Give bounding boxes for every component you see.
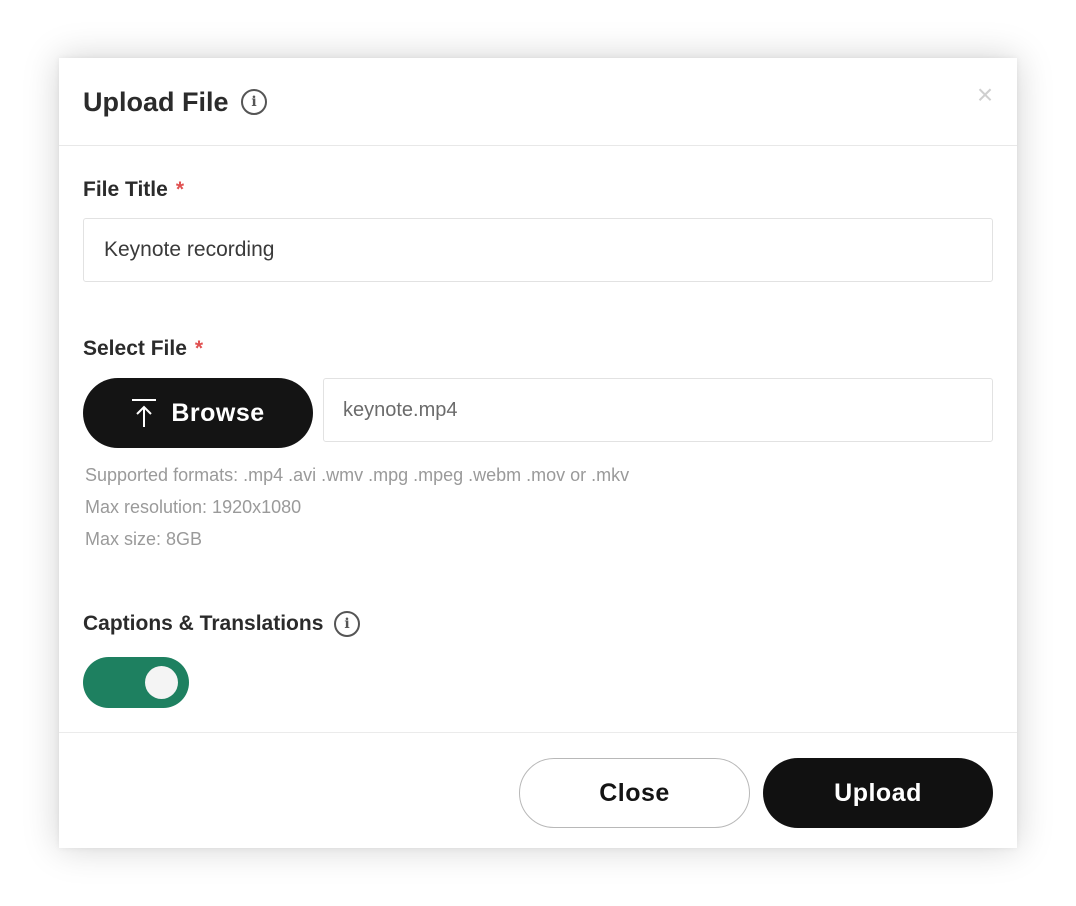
required-marker: * <box>175 178 184 201</box>
file-title-input[interactable] <box>83 218 993 282</box>
page: Upload File i × File Title * Select File *… <box>0 0 1076 906</box>
supported-formats-hint: Supported formats: .mp4 .avi .wmv .mpg .… <box>85 465 630 485</box>
file-title-label-text: File Title <box>83 178 168 201</box>
select-file-label-text: Select File <box>83 337 187 360</box>
captions-toggle[interactable] <box>83 657 189 708</box>
info-icon[interactable]: i <box>334 611 360 637</box>
upload-icon <box>132 399 157 427</box>
dialog-header: Upload File i × <box>59 58 1017 146</box>
browse-button[interactable]: Browse <box>83 378 313 448</box>
file-title-label: File Title * <box>83 177 184 203</box>
max-size-hint: Max size: 8GB <box>85 529 203 549</box>
close-icon[interactable]: × <box>973 80 997 110</box>
info-icon[interactable]: i <box>241 89 267 115</box>
upload-file-dialog: Upload File i × File Title * Select File *… <box>59 58 1017 848</box>
close-button[interactable]: Close <box>519 758 750 828</box>
max-resolution-hint: Max resolution: 1920x1080 <box>85 497 302 517</box>
dialog-footer: Close Upload <box>59 732 1017 848</box>
browse-label: Browse <box>171 398 265 427</box>
toggle-knob <box>145 666 178 699</box>
upload-button[interactable]: Upload <box>763 758 993 828</box>
dialog-title: Upload File <box>83 87 229 117</box>
select-file-label: Select File * <box>83 336 203 362</box>
selected-file-field[interactable] <box>323 378 993 442</box>
required-marker: * <box>194 337 204 360</box>
captions-label: Captions & Translations <box>83 612 324 635</box>
